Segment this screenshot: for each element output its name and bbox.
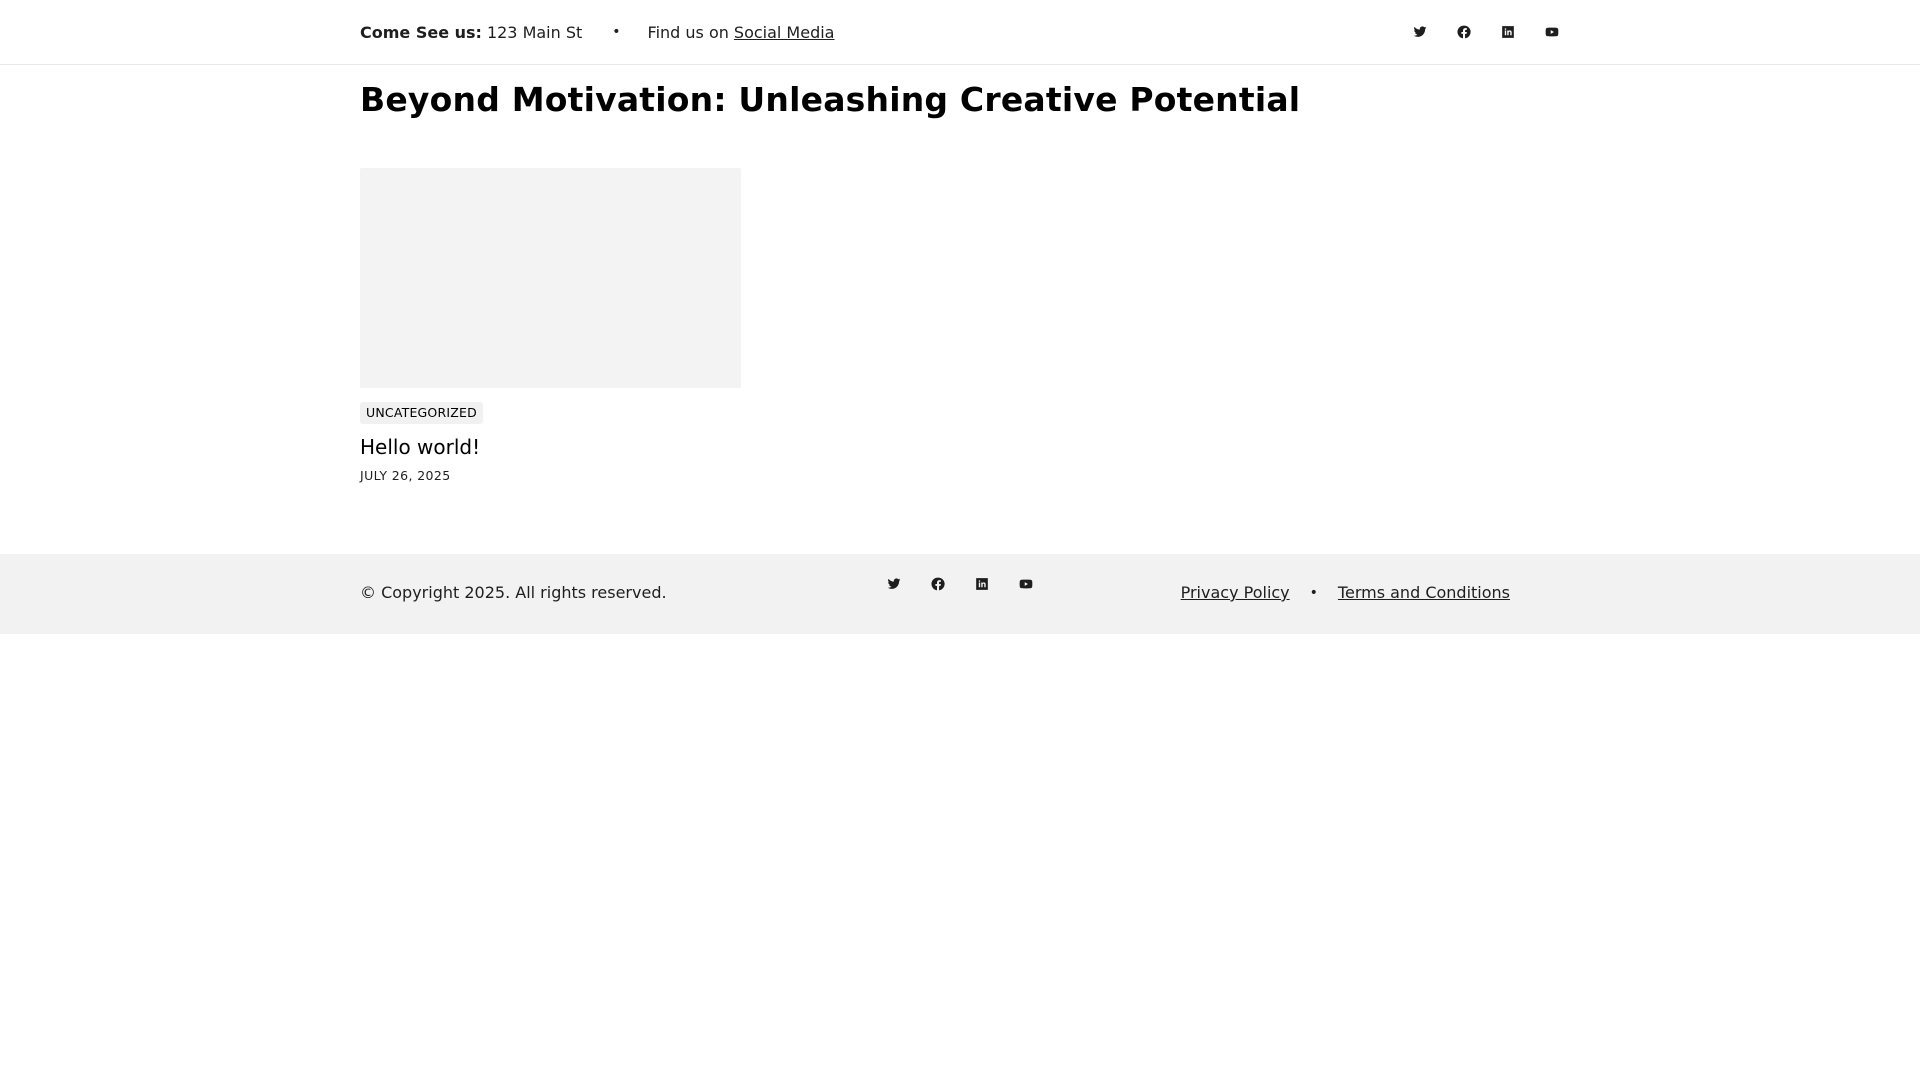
facebook-icon[interactable] <box>930 576 946 592</box>
footer-inner: © Copyright 2025. All rights reserved. P… <box>360 554 1510 634</box>
post-thumbnail[interactable] <box>360 168 741 388</box>
twitter-icon[interactable] <box>1412 24 1428 40</box>
footer-separator: • <box>1309 584 1318 601</box>
terms-link[interactable]: Terms and Conditions <box>1338 583 1510 602</box>
post-card: UNCATEGORIZED Hello world! JULY 26, 2025 <box>360 168 741 483</box>
youtube-icon[interactable] <box>1544 24 1560 40</box>
linkedin-icon[interactable] <box>1500 24 1516 40</box>
address-value: 123 Main St <box>486 22 583 42</box>
social-media-link[interactable]: Social Media <box>734 23 835 42</box>
privacy-policy-link[interactable]: Privacy Policy <box>1181 583 1290 602</box>
social-prefix: Find us on <box>647 22 729 42</box>
footer-social-icons <box>886 576 1034 592</box>
post-title-link[interactable]: Hello world! <box>360 435 741 459</box>
address-label: Come See us: <box>360 22 482 42</box>
top-bar-inner: Come See us: 123 Main St • Find us on So… <box>360 0 1560 64</box>
facebook-icon[interactable] <box>1456 24 1472 40</box>
top-bar: Come See us: 123 Main St • Find us on So… <box>0 0 1920 65</box>
page-title: Beyond Motivation: Unleashing Creative P… <box>360 80 1301 119</box>
contact-info: Come See us: 123 Main St • Find us on So… <box>360 23 834 42</box>
youtube-icon[interactable] <box>1018 576 1034 592</box>
footer: © Copyright 2025. All rights reserved. P… <box>0 554 1920 634</box>
topbar-social-icons <box>1412 24 1560 40</box>
post-category-badge[interactable]: UNCATEGORIZED <box>360 402 483 424</box>
twitter-icon[interactable] <box>886 576 902 592</box>
linkedin-icon[interactable] <box>974 576 990 592</box>
post-date: JULY 26, 2025 <box>360 468 451 483</box>
topbar-separator: • <box>612 24 621 40</box>
footer-links: Privacy Policy • Terms and Conditions <box>1181 583 1510 602</box>
copyright-text: © Copyright 2025. All rights reserved. <box>360 583 667 602</box>
